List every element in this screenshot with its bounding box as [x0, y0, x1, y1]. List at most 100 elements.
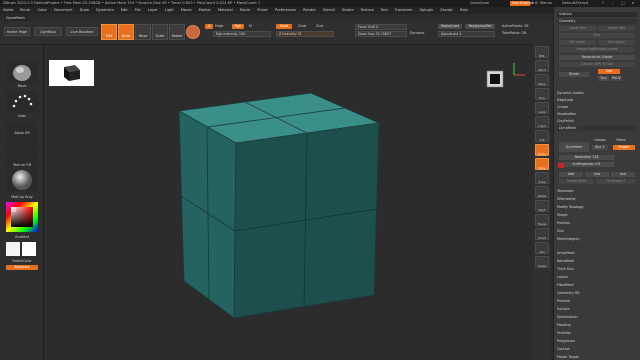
reuv-toggle[interactable]: ReUV	[611, 76, 622, 81]
convert-bpr-button[interactable]: Convert BPR To Geo	[559, 62, 635, 67]
scale-tool-button[interactable]: Scale	[152, 24, 168, 40]
shelf-ghost-button[interactable]: Ghost	[535, 228, 549, 240]
focal-shift-slider[interactable]: Focal Shift 0	[355, 24, 407, 30]
cube-model[interactable]	[44, 45, 533, 358]
home-page-button[interactable]: Home Page	[4, 27, 30, 36]
menu-light[interactable]: Light	[165, 7, 174, 14]
menu-stroke[interactable]: Stroke	[342, 7, 353, 14]
create-shell-button[interactable]: Create Shell	[559, 179, 594, 184]
freeze-subdiv-button[interactable]: Freeze SubDivision Levels	[559, 47, 635, 52]
and-button[interactable]: And	[611, 172, 635, 177]
crease-item[interactable]: Crease	[557, 105, 637, 110]
polish-toggle[interactable]: Polish	[613, 138, 629, 143]
menu-picker[interactable]: Picker	[257, 7, 268, 14]
quicksave-button[interactable]: QuickSave	[470, 0, 489, 7]
claypolish-item[interactable]: ClayPolish	[557, 119, 637, 124]
draw-size-slider[interactable]: Draw Size 32.70657	[355, 31, 407, 37]
rgb-button[interactable]: Rgb	[232, 24, 244, 29]
material-sphere-icon[interactable]	[186, 25, 200, 39]
minimize-icon[interactable]: –	[610, 1, 616, 6]
menu-document[interactable]: Document	[54, 7, 73, 14]
menu-file[interactable]: File	[135, 7, 141, 14]
main-color-swatch[interactable]	[6, 242, 20, 256]
shelf-solo-button[interactable]: Solo	[535, 242, 549, 254]
higher-res-button[interactable]: Higher Res	[598, 26, 635, 31]
menu-texture[interactable]: Texture	[361, 7, 374, 14]
panel-item-modify-topology[interactable]: Modify Topology	[557, 205, 637, 210]
del-lower-button[interactable]: Del Lower	[559, 40, 596, 45]
dynamic-subdiv-item[interactable]: Dynamic Subdiv	[557, 91, 637, 96]
secondary-color-swatch[interactable]	[22, 242, 36, 256]
menu-help[interactable]: Help	[460, 7, 468, 14]
panel-item-deformation[interactable]: Deformation	[557, 315, 637, 320]
blur-slider[interactable]: Blur 2	[592, 145, 608, 150]
dynamesh-header[interactable]: DynaMesh	[557, 126, 637, 131]
menu-dynamics[interactable]: Dynamics	[96, 7, 114, 14]
shelf-scale-button[interactable]: Scale	[535, 172, 549, 184]
brush-thumbnail[interactable]	[6, 61, 38, 83]
panel-item-size[interactable]: Size	[557, 229, 637, 234]
shelf-frame-button[interactable]: Frame	[535, 144, 549, 156]
color-picker[interactable]	[6, 202, 38, 232]
suv-toggle[interactable]: Suv	[598, 76, 609, 81]
menu-render[interactable]: Render	[303, 7, 316, 14]
replay-last-button[interactable]: ReplayLast	[438, 24, 462, 29]
shelf-local-button[interactable]: Local	[535, 102, 549, 114]
divide-button[interactable]: Divide	[559, 72, 589, 77]
zadd-button[interactable]: Zadd	[276, 24, 292, 29]
panel-item-masking[interactable]: Masking	[557, 323, 637, 328]
dynamesh-button[interactable]: DynaMesh	[559, 142, 589, 152]
adjust-last-slider[interactable]: AdjustLast 1	[438, 31, 495, 37]
maximize-icon[interactable]: □	[620, 1, 626, 6]
lower-res-button[interactable]: Lower Res	[559, 26, 596, 31]
menu-color[interactable]: Color	[38, 7, 47, 14]
dynamic-toggle[interactable]: Dynamic	[410, 31, 425, 36]
panel-item-layers[interactable]: Layers	[557, 275, 637, 280]
help-icon[interactable]: ?	[600, 1, 606, 6]
shelf-polyf-button[interactable]: PolyF	[535, 200, 549, 212]
m-button[interactable]: M	[249, 24, 252, 29]
shelf-transp-button[interactable]: Transp	[535, 214, 549, 226]
lightbox-button[interactable]: LightBox	[34, 27, 62, 36]
reconstruct-subdiv-button[interactable]: Reconstruct Subdiv	[559, 55, 635, 60]
shelf-l-sym-button[interactable]: L.Sym	[535, 116, 549, 128]
groups-toggle[interactable]: Groups	[592, 138, 608, 143]
rgb-intensity-slider[interactable]: Rgb Intensity 100	[213, 31, 271, 37]
thickness-slider[interactable]: Thickness 4	[596, 179, 635, 184]
z-intensity-slider[interactable]: Z Intensity 51	[276, 31, 334, 37]
subprojection-slider[interactable]: SubProjection 0.6	[559, 162, 614, 167]
panel-item-tessimate[interactable]: Tessimate	[557, 189, 637, 194]
menu-edit[interactable]: Edit	[121, 7, 128, 14]
panel-item-stager[interactable]: Stager	[557, 213, 637, 218]
shelf-floor-button[interactable]: Floor	[535, 88, 549, 100]
panel-item-contact[interactable]: Contact	[557, 347, 637, 352]
panel-item-meshintegrity[interactable]: MeshIntegrity	[557, 237, 637, 242]
switch-color-button[interactable]: SwitchColor	[0, 259, 44, 263]
menu-alpha[interactable]: Alpha	[3, 7, 13, 14]
shadowbox-item[interactable]: ShadowBox	[557, 112, 637, 117]
zsub-button[interactable]: Zsub	[298, 24, 306, 29]
panel-item-polygroups[interactable]: Polygroups	[557, 339, 637, 344]
panel-item-geometry-hd[interactable]: Geometry HD	[557, 291, 637, 296]
panel-item-morph-target[interactable]: Morph Target	[557, 355, 637, 360]
geometry-header[interactable]: Geometry	[557, 19, 637, 24]
rotate-tool-button[interactable]: Rotate	[169, 24, 185, 40]
shelf-rotate-button[interactable]: Rotate	[535, 186, 549, 198]
menu-transform[interactable]: Transform	[395, 7, 413, 14]
close-icon[interactable]: ×	[630, 1, 636, 6]
canvas-viewport[interactable]	[44, 45, 533, 358]
menu-tool[interactable]: Tool	[381, 7, 388, 14]
move-tool-button[interactable]: Move	[135, 24, 151, 40]
edit-tool-button[interactable]: Edit	[101, 24, 117, 40]
project-toggle[interactable]: Project	[613, 145, 635, 150]
menu-draw[interactable]: Draw	[80, 7, 89, 14]
menus-toggle[interactable]: Menus	[540, 0, 552, 7]
menu-zscript[interactable]: Zscript	[440, 7, 452, 14]
menu-movie[interactable]: Movie	[240, 7, 251, 14]
shelf-spix-3-button[interactable]: SPix 3	[535, 60, 549, 72]
panel-item-nanomesh[interactable]: NanoMesh	[557, 259, 637, 264]
menu-layer[interactable]: Layer	[148, 7, 158, 14]
add-button[interactable]: Add	[559, 172, 583, 177]
shelf-move-button[interactable]: Move	[535, 158, 549, 170]
sub-button[interactable]: Sub	[585, 172, 609, 177]
